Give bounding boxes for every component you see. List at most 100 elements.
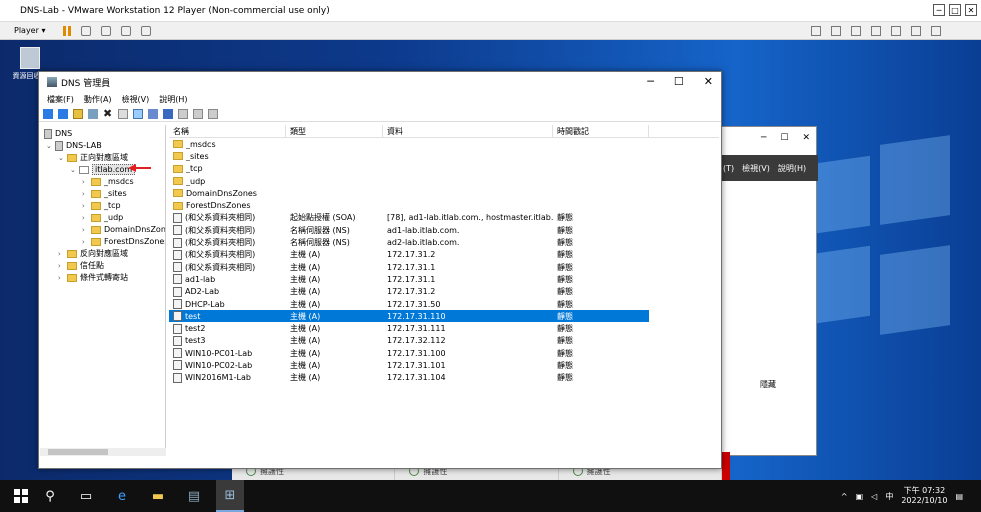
- network-icon[interactable]: [811, 25, 821, 36]
- tree-node-forward-zones[interactable]: ⌄ 正向對應區域: [58, 152, 128, 163]
- table-row[interactable]: test 主機 (A) 172.17.31.110 靜態: [169, 310, 649, 323]
- bg-menu-view[interactable]: 檢視(V): [742, 163, 770, 174]
- table-row[interactable]: _msdcs: [169, 138, 719, 150]
- dns-manager-taskbar-icon[interactable]: ⊞: [216, 480, 244, 512]
- table-row[interactable]: WIN10-PC02-Lab 主機 (A) 172.17.31.101 靜態: [169, 359, 719, 371]
- export-list-icon[interactable]: [148, 108, 158, 119]
- collapse-icon[interactable]: ⌄: [46, 142, 52, 150]
- printer-icon[interactable]: [891, 25, 901, 36]
- notification-icon[interactable]: ▤: [955, 492, 963, 501]
- column-header-type[interactable]: 類型: [286, 125, 383, 138]
- menu-file[interactable]: 檔案(F): [47, 94, 74, 105]
- pause-icon[interactable]: [63, 25, 72, 36]
- volume-tray-icon[interactable]: ◁: [871, 492, 877, 501]
- table-row[interactable]: WIN2016M1-Lab 主機 (A) 172.17.31.104 靜態: [169, 372, 719, 384]
- up-folder-icon[interactable]: [73, 108, 83, 119]
- expand-icon[interactable]: ›: [82, 214, 88, 222]
- forward-arrow-icon[interactable]: [58, 108, 68, 119]
- table-row[interactable]: (和父系資料夾相同) 名稱伺服器 (NS) ad2-lab.itlab.com. 靜態: [169, 236, 719, 248]
- expand-icon[interactable]: ›: [82, 226, 88, 234]
- table-row[interactable]: test3 主機 (A) 172.17.32.112 靜態: [169, 335, 719, 347]
- cd-icon[interactable]: [831, 25, 841, 36]
- table-row[interactable]: _sites: [169, 150, 719, 162]
- column-header-timestamp[interactable]: 時間戳記: [553, 125, 649, 138]
- task-view-icon[interactable]: ▭: [72, 480, 100, 512]
- sound-icon[interactable]: [871, 25, 881, 36]
- show-hide-tree-icon[interactable]: [88, 108, 98, 119]
- expand-icon[interactable]: ›: [58, 262, 64, 270]
- collapse-icon[interactable]: ⌄: [70, 166, 76, 174]
- menu-help[interactable]: 說明(H): [159, 94, 187, 105]
- column-header-name[interactable]: 名稱: [169, 125, 286, 138]
- tree-node-zone-child[interactable]: › _tcp: [82, 200, 121, 211]
- expand-icon[interactable]: ›: [58, 274, 64, 282]
- table-row[interactable]: (和父系資料夾相同) 主機 (A) 172.17.31.1 靜態: [169, 261, 719, 273]
- table-row[interactable]: _tcp: [169, 163, 719, 175]
- player-menu[interactable]: Player ▾: [14, 26, 45, 35]
- column-header-data[interactable]: 資料: [383, 125, 553, 138]
- record-icon[interactable]: [193, 108, 203, 119]
- bg-menu-tools[interactable]: (T): [723, 164, 734, 173]
- table-row[interactable]: ad1-lab 主機 (A) 172.17.31.1 靜態: [169, 273, 719, 285]
- table-row[interactable]: test2 主機 (A) 172.17.31.111 靜態: [169, 322, 719, 334]
- removable-devices-icon[interactable]: [101, 25, 112, 36]
- tree-node-server[interactable]: ⌄ DNS-LAB: [46, 140, 102, 151]
- maximize-button[interactable]: □: [949, 4, 961, 16]
- hide-link[interactable]: 隱藏: [760, 379, 776, 390]
- search-icon[interactable]: ⚲: [36, 480, 64, 512]
- delete-icon[interactable]: ✖: [103, 108, 113, 119]
- back-arrow-icon[interactable]: [43, 108, 53, 119]
- tree-node-zone-child[interactable]: › ForestDnsZones: [82, 236, 165, 247]
- file-explorer-icon[interactable]: ▬: [144, 480, 172, 512]
- filter-icon[interactable]: [208, 108, 218, 119]
- expand-icon[interactable]: ›: [82, 178, 88, 186]
- minimize-button[interactable]: ─: [933, 4, 945, 16]
- start-button-icon[interactable]: [14, 489, 28, 503]
- menu-view[interactable]: 檢視(V): [122, 94, 150, 105]
- tray-chevron-icon[interactable]: ^: [841, 492, 848, 501]
- expand-icon[interactable]: ›: [82, 190, 88, 198]
- tree-node-dns[interactable]: DNS: [44, 128, 72, 139]
- fullscreen-icon[interactable]: [121, 25, 132, 36]
- table-row[interactable]: AD2-Lab 主機 (A) 172.17.31.2 靜態: [169, 286, 719, 298]
- table-row[interactable]: DomainDnsZones: [169, 187, 719, 199]
- tree-horizontal-scrollbar[interactable]: [40, 448, 166, 456]
- table-row[interactable]: ForestDnsZones: [169, 199, 719, 211]
- bg-close-button[interactable]: ✕: [802, 133, 810, 143]
- tree-node-reverse-zones[interactable]: › 反向對應區域: [58, 248, 128, 259]
- ie-browser-icon[interactable]: e: [108, 480, 136, 512]
- table-row[interactable]: (和父系資料夾相同) 起始點授權 (SOA) [78], ad1-lab.itlab…: [169, 212, 719, 224]
- tree-node-zone-child[interactable]: › _sites: [82, 188, 127, 199]
- properties-icon[interactable]: [118, 108, 128, 119]
- refresh-icon[interactable]: [133, 108, 143, 119]
- dns-maximize-button[interactable]: ☐: [674, 75, 684, 88]
- menu-action[interactable]: 動作(A): [84, 94, 112, 105]
- collapse-icon[interactable]: ⌄: [58, 154, 64, 162]
- server-manager-icon[interactable]: ▤: [180, 480, 208, 512]
- dns-minimize-button[interactable]: ─: [647, 75, 654, 88]
- expand-icon[interactable]: ›: [58, 250, 64, 258]
- message-icon[interactable]: [931, 25, 941, 36]
- bg-maximize-button[interactable]: ☐: [780, 133, 788, 143]
- table-row[interactable]: (和父系資料夾相同) 主機 (A) 172.17.31.2 靜態: [169, 249, 719, 261]
- send-ctrl-alt-del-icon[interactable]: [81, 25, 92, 36]
- close-button[interactable]: ✕: [965, 4, 977, 16]
- expand-icon[interactable]: ›: [82, 202, 88, 210]
- table-row[interactable]: _udp: [169, 175, 719, 187]
- tree-node-itlab-zone[interactable]: ⌄ itlab.com: [70, 164, 136, 175]
- network-tray-icon[interactable]: ▣: [856, 492, 864, 501]
- bg-minimize-button[interactable]: ─: [761, 133, 766, 143]
- tree-node-zone-child[interactable]: › DomainDnsZones: [82, 224, 165, 235]
- tree-node-trust-points[interactable]: › 信任點: [58, 260, 104, 271]
- clock[interactable]: 下午 07:32 2022/10/10: [901, 486, 947, 506]
- table-row[interactable]: (和父系資料夾相同) 名稱伺服器 (NS) ad1-lab.itlab.com. 靜態: [169, 224, 719, 236]
- server-icon[interactable]: [178, 108, 188, 119]
- display-icon[interactable]: [911, 25, 921, 36]
- expand-icon[interactable]: ›: [82, 238, 88, 246]
- table-row[interactable]: DHCP-Lab 主機 (A) 172.17.31.50 靜態: [169, 298, 719, 310]
- help-icon[interactable]: [163, 108, 173, 119]
- table-row[interactable]: WIN10-PC01-Lab 主機 (A) 172.17.31.100 靜態: [169, 347, 719, 359]
- ime-indicator[interactable]: 中: [885, 491, 893, 502]
- usb-icon[interactable]: [851, 25, 861, 36]
- tree-node-zone-child[interactable]: › _msdcs: [82, 176, 134, 187]
